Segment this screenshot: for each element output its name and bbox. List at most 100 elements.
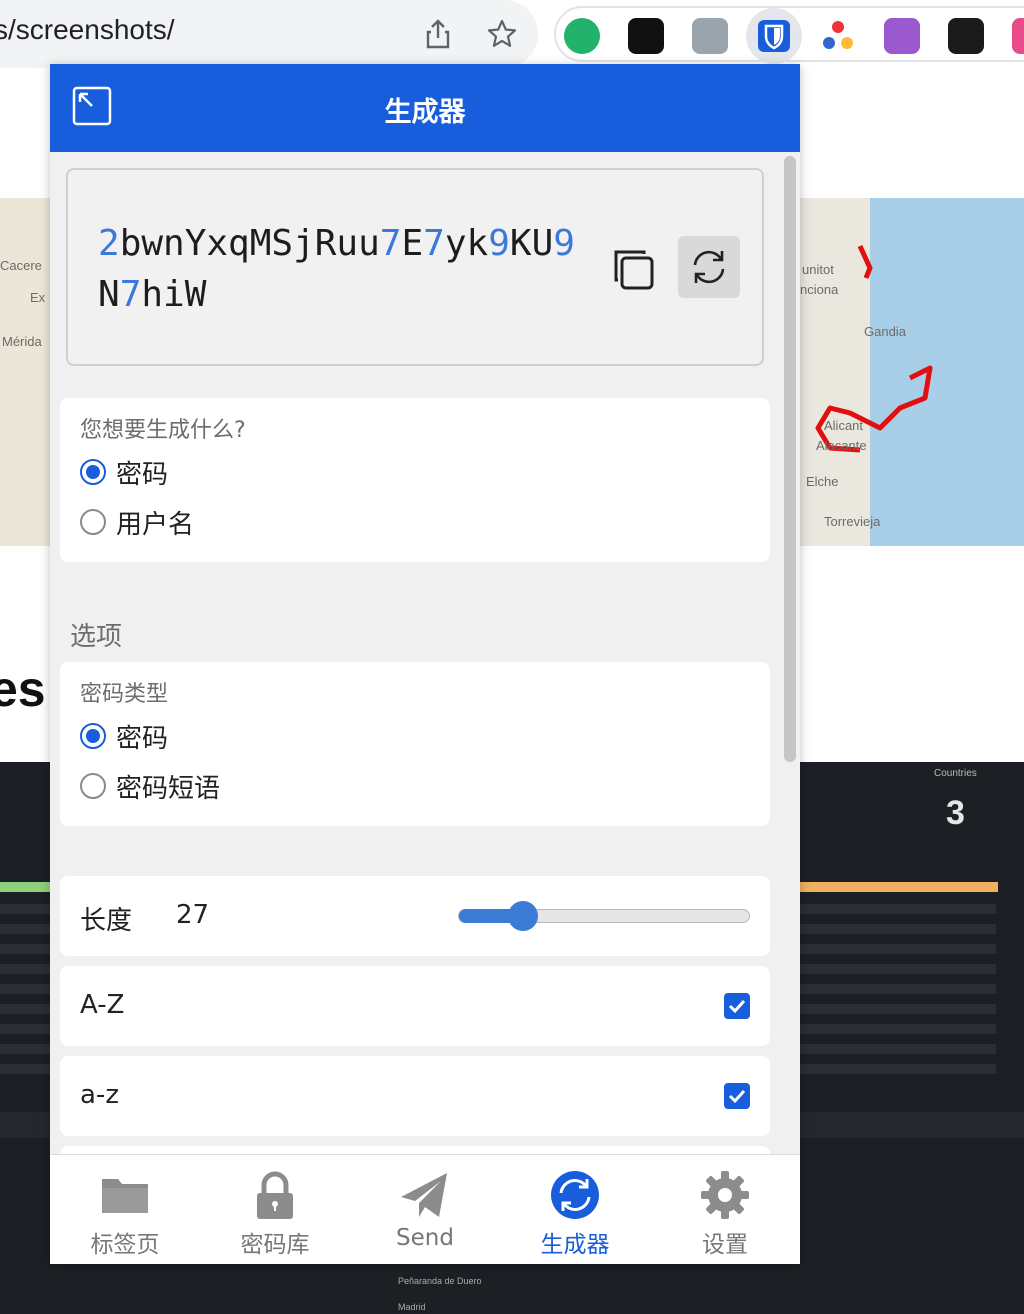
row-stripe xyxy=(800,984,996,994)
row-stripe xyxy=(0,924,50,934)
dark-terminal-extension-icon[interactable] xyxy=(948,18,984,54)
generator-icon xyxy=(551,1171,599,1219)
row-stripe xyxy=(0,964,50,974)
pink-extension-icon[interactable] xyxy=(1012,18,1024,54)
password-digit: 7 xyxy=(119,274,142,315)
length-label: 长度 xyxy=(80,906,133,936)
lowercase-checkbox[interactable] xyxy=(724,1083,750,1109)
row-stripe xyxy=(800,1004,996,1014)
star-icon[interactable] xyxy=(486,18,518,50)
password-letters: hiW xyxy=(141,274,207,315)
row-stripe xyxy=(0,1064,50,1074)
row-stripe xyxy=(800,904,996,914)
url-text: cs/screenshots/ xyxy=(0,14,175,45)
map-label: Torrevieja xyxy=(824,514,881,529)
scrollbar[interactable] xyxy=(780,152,800,1154)
generated-password-box: 2bwnYxqMSjRuu7E7yk9KU9N7hiW xyxy=(66,168,764,366)
generate-type-card: 您想要生成什么? 密码 用户名 xyxy=(60,398,770,562)
map-label: nciona xyxy=(800,282,839,297)
refresh-icon xyxy=(693,250,725,284)
stat-value: 3 xyxy=(946,794,965,832)
row-stripe xyxy=(0,904,50,914)
radio-button[interactable] xyxy=(80,723,106,749)
map-label: Elche xyxy=(806,474,839,489)
nav-tab-generator[interactable]: 生成器 xyxy=(500,1155,650,1264)
bitwarden-extension-button[interactable] xyxy=(746,8,802,64)
gear-icon xyxy=(701,1171,749,1219)
share-icon[interactable] xyxy=(422,18,454,50)
radio-button[interactable] xyxy=(80,459,106,485)
y-extension-icon[interactable] xyxy=(564,18,600,54)
footer-line: Peñaranda de Duero xyxy=(398,1276,482,1286)
row-stripe xyxy=(800,1024,996,1034)
radio-username[interactable]: 用户名 xyxy=(80,502,194,542)
extensions-bar xyxy=(554,6,1024,64)
stat-label: Countries xyxy=(934,768,977,779)
background-map-right: unitot nciona Gandia Alicant Alacante El… xyxy=(800,198,1024,546)
row-stripe xyxy=(0,944,50,954)
row-stripe xyxy=(800,964,996,974)
background-heading: es xyxy=(0,661,46,717)
password-letters: KU xyxy=(509,223,554,264)
row-stripe xyxy=(800,924,996,934)
nav-label: 生成器 xyxy=(540,1232,610,1258)
radio-label: 密码短语 xyxy=(116,773,221,804)
row-stripe xyxy=(0,1044,50,1054)
progress-stripe xyxy=(0,882,50,892)
nav-tab-tabs[interactable]: 标签页 xyxy=(50,1155,200,1264)
radio-button[interactable] xyxy=(80,509,106,535)
nav-label: 设置 xyxy=(702,1232,748,1258)
generated-password[interactable]: 2bwnYxqMSjRuu7E7yk9KU9N7hiW xyxy=(98,218,578,320)
length-card: 长度 27 xyxy=(60,876,770,956)
options-section-title: 选项 xyxy=(70,622,123,652)
next-option-card xyxy=(60,1146,770,1154)
popup-title: 生成器 xyxy=(384,97,466,128)
nav-label: 标签页 xyxy=(90,1232,160,1258)
generator-content[interactable]: 2bwnYxqMSjRuu7E7yk9KU9N7hiW 您想要生成什么? 密码 xyxy=(50,152,800,1154)
nav-tab-settings[interactable]: 设置 xyxy=(650,1155,800,1264)
footer-line: Madrid xyxy=(398,1302,426,1312)
radio-label: 用户名 xyxy=(116,509,195,540)
popup-header: 生成器 xyxy=(50,64,800,152)
route-path xyxy=(815,244,933,453)
radio-label: 密码 xyxy=(116,723,169,754)
radio-button[interactable] xyxy=(80,773,106,799)
tab-extension-icon[interactable] xyxy=(628,18,664,54)
address-bar[interactable]: cs/screenshots/ xyxy=(0,0,538,68)
uppercase-card: A-Z xyxy=(60,966,770,1046)
row-stripe xyxy=(0,1004,50,1014)
scroll-thumb[interactable] xyxy=(784,156,796,762)
password-digit: 7 xyxy=(423,223,445,264)
password-digit: 7 xyxy=(379,223,402,264)
purple-download-extension-icon[interactable] xyxy=(884,18,920,54)
password-digit: 9 xyxy=(553,223,575,264)
browser-toolbar: cs/screenshots/ xyxy=(0,0,1024,72)
map-label: Ex xyxy=(30,290,46,305)
password-type-label: 密码类型 xyxy=(80,682,169,707)
regenerate-button[interactable] xyxy=(678,236,740,298)
nav-tab-vault[interactable]: 密码库 xyxy=(200,1155,350,1264)
radio-type-password[interactable]: 密码 xyxy=(80,716,168,756)
map-label: unitot xyxy=(802,262,834,277)
radio-password[interactable]: 密码 xyxy=(80,452,168,492)
row-stripe xyxy=(0,984,50,994)
lowercase-card: a-z xyxy=(60,1056,770,1136)
radio-label: 密码 xyxy=(116,459,169,490)
map-label: Mérida xyxy=(2,334,42,349)
generate-type-label: 您想要生成什么? xyxy=(80,418,246,443)
length-slider[interactable] xyxy=(458,901,750,931)
molecule-extension-icon[interactable] xyxy=(820,18,856,54)
nav-label: 密码库 xyxy=(240,1232,310,1258)
uppercase-checkbox[interactable] xyxy=(724,993,750,1019)
slider-thumb[interactable] xyxy=(508,901,539,931)
map-label: Gandia xyxy=(864,324,906,339)
nav-tab-send[interactable]: Send xyxy=(350,1155,500,1264)
bitwarden-popup: 生成器 2bwnYxqMSjRuu7E7yk9KU9N7hiW 您想要生成什么? xyxy=(50,64,800,1264)
map-label: Cacere xyxy=(0,258,42,273)
map-label: Alacante xyxy=(816,438,867,453)
lowercase-label: a-z xyxy=(80,1080,119,1110)
copy-icon[interactable] xyxy=(608,244,660,296)
code-extension-icon[interactable] xyxy=(692,18,728,54)
row-stripe xyxy=(800,1064,996,1074)
radio-type-passphrase[interactable]: 密码短语 xyxy=(80,766,220,806)
